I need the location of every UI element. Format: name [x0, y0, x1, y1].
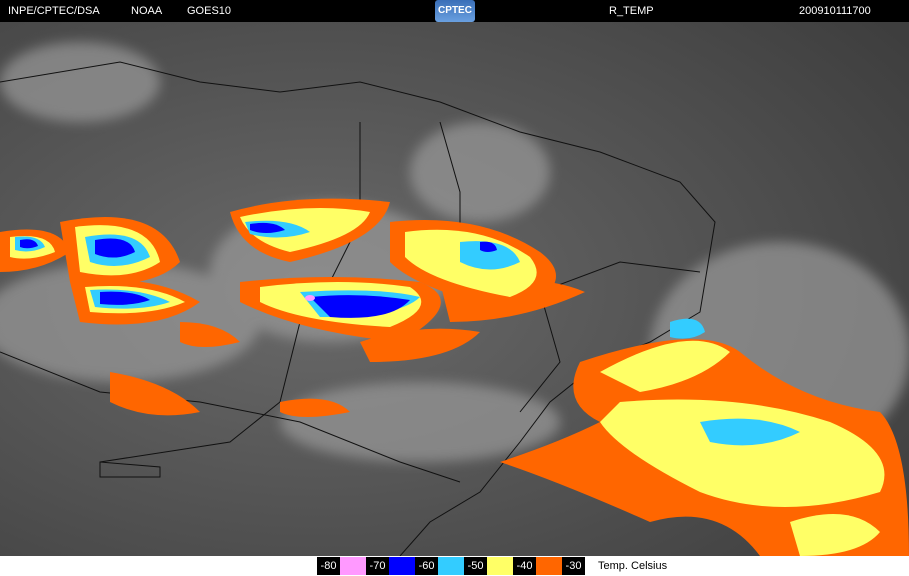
legend-label-minus30: -30 [562, 557, 585, 575]
satellite-label: GOES10 [187, 5, 232, 17]
legend-swatch-yellow [487, 557, 513, 575]
header-bar: INPE/CPTEC/DSA NOAA GOES10 CPTEC R_TEMP … [0, 0, 909, 22]
legend-swatch-blue [389, 557, 415, 575]
satellite-image [0, 22, 909, 556]
legend-label-minus50: -50 [464, 557, 487, 575]
legend-swatch-cyan [438, 557, 464, 575]
agency-label: NOAA [131, 5, 163, 17]
legend-label-minus40: -40 [513, 557, 536, 575]
cptec-logo: CPTEC [435, 0, 475, 22]
legend-label-minus60: -60 [415, 557, 438, 575]
datetime-label: 200910111700 [799, 5, 871, 17]
legend-unit-label: Temp. Celsius [598, 560, 668, 572]
legend-label-minus80: -80 [317, 557, 340, 575]
source-label: INPE/CPTEC/DSA [8, 5, 100, 17]
legend-swatch-orange [536, 557, 562, 575]
product-label: R_TEMP [609, 5, 654, 17]
legend-swatch-pink [340, 557, 366, 575]
legend-label-minus70: -70 [366, 557, 389, 575]
